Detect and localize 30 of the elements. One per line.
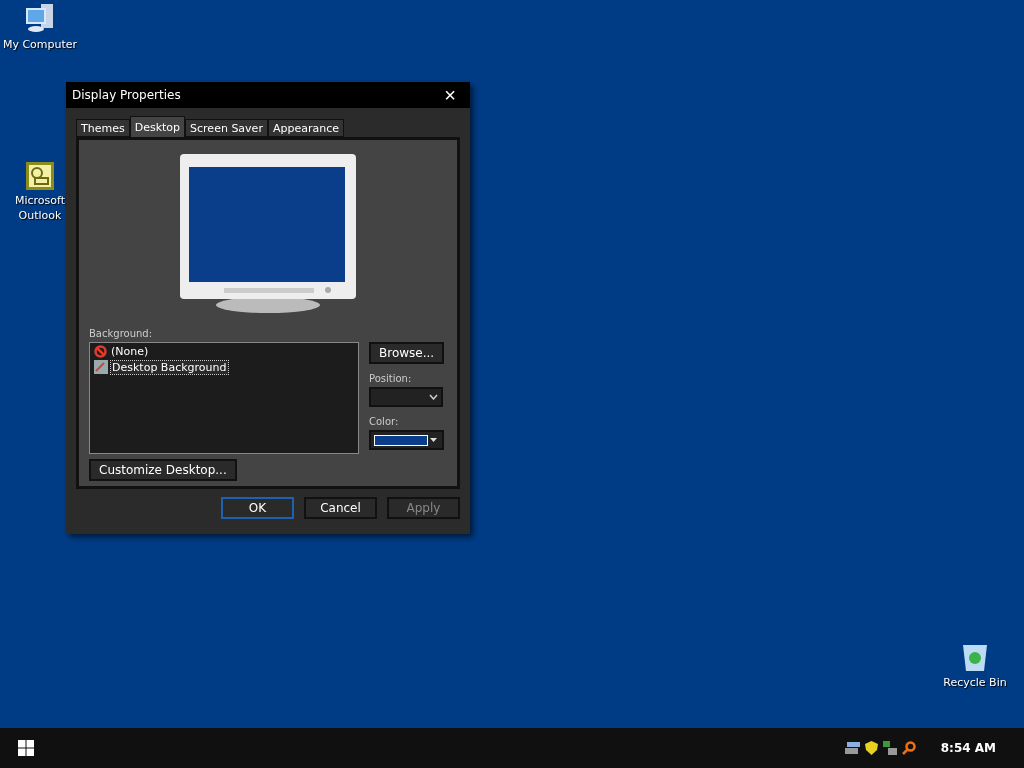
browse-button[interactable]: Browse... <box>369 342 444 364</box>
tab[interactable]: Desktop <box>129 116 186 137</box>
customize-desktop-button[interactable]: Customize Desktop... <box>89 459 237 481</box>
position-label: Position: <box>369 373 413 384</box>
window-title: Display Properties <box>72 88 181 102</box>
clock[interactable]: 8:54 AM <box>940 741 996 755</box>
dialog-button[interactable]: Cancel <box>304 497 377 519</box>
network-icon[interactable] <box>882 741 897 755</box>
color-picker[interactable] <box>369 430 444 450</box>
list-item[interactable]: Desktop Background <box>111 360 228 374</box>
dialog-button[interactable]: OK <box>221 497 294 519</box>
color-label: Color: <box>369 416 400 427</box>
tab[interactable]: Appearance <box>267 119 344 137</box>
clock-icon <box>26 162 54 190</box>
list-item[interactable]: (None) <box>110 345 150 358</box>
chevron-down-icon <box>429 394 438 400</box>
recycle-bin-icon <box>961 642 989 672</box>
image-file-icon <box>94 360 108 374</box>
icon-label[interactable]: My Computer <box>2 37 78 52</box>
tab[interactable]: Themes <box>76 119 130 137</box>
windows-logo-icon[interactable] <box>18 740 34 756</box>
background-label: Background: <box>89 328 154 339</box>
prohibited-icon <box>94 345 107 358</box>
icon-label[interactable]: Recycle Bin <box>943 675 1007 690</box>
close-button[interactable]: × <box>440 85 460 105</box>
drive-icon[interactable] <box>844 742 860 754</box>
search-icon[interactable] <box>901 741 916 755</box>
tab[interactable]: Screen Saver <box>185 119 268 137</box>
caret-icon <box>430 438 437 442</box>
shield-icon[interactable] <box>864 741 878 755</box>
